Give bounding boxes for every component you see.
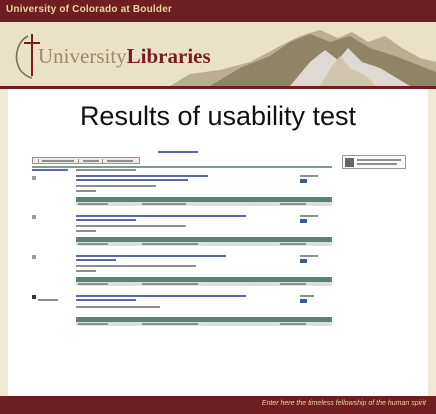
library-header: UniversityLibraries	[0, 22, 436, 86]
presentation-slide: University of Colorado at Boulder Univer…	[0, 0, 436, 414]
university-name: University of Colorado at Boulder	[6, 4, 173, 15]
thumbnail-image	[342, 155, 406, 169]
results-tab-bar	[32, 157, 140, 164]
slide-title: Results of usability test	[79, 101, 357, 131]
footer-tagline: Enter here the timeless fellowship of th…	[261, 400, 426, 407]
top-banner: University of Colorado at Boulder	[0, 0, 436, 22]
bottom-banner: Enter here the timeless fellowship of th…	[0, 396, 436, 414]
results-screenshot-image	[30, 149, 426, 393]
logo-prefix: University	[38, 44, 127, 68]
slide-content: Results of usability test	[8, 89, 428, 396]
library-logo-text: UniversityLibraries	[38, 44, 211, 69]
logo-suffix: Libraries	[126, 44, 211, 68]
